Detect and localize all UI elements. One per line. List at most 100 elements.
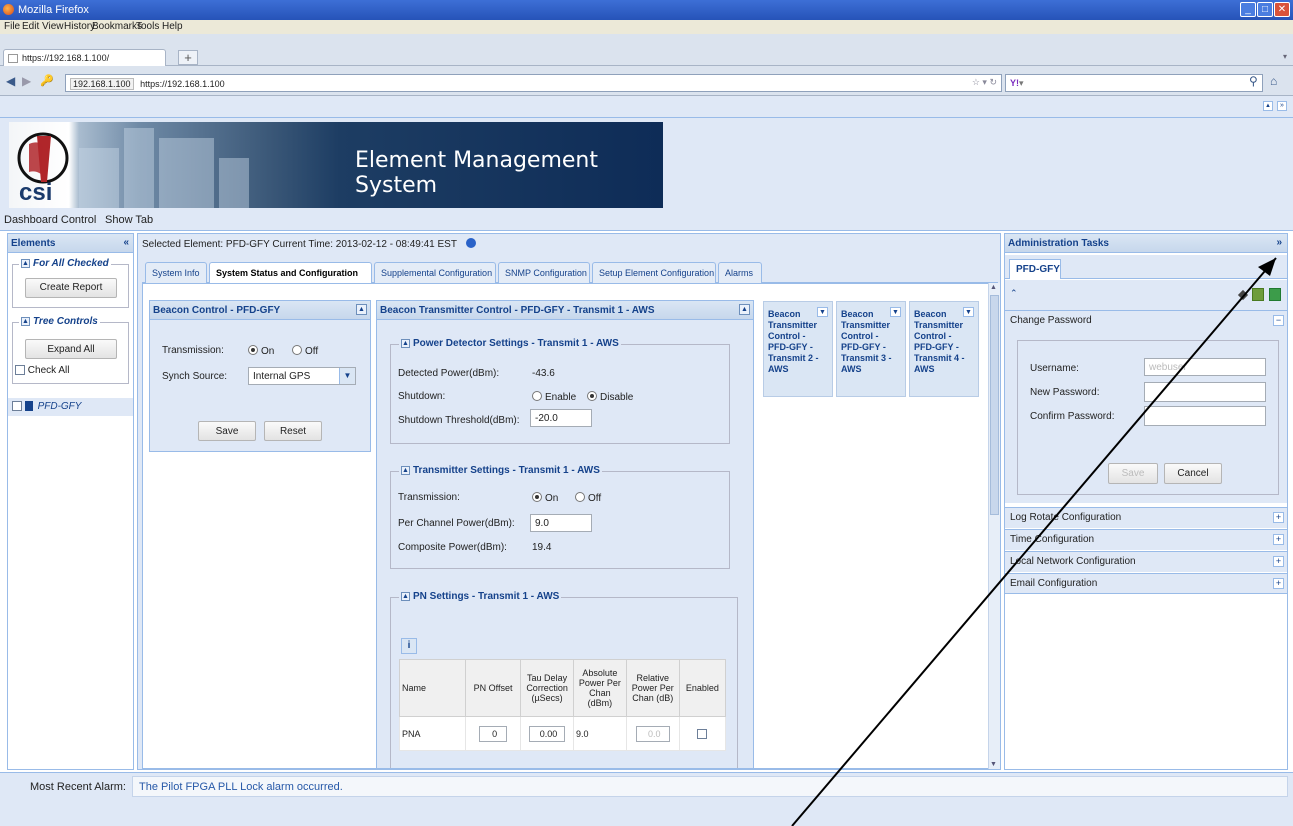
vertical-scrollbar[interactable]: ▲ ▼ — [988, 283, 1000, 769]
shutdown-disable-radio[interactable]: Disable — [587, 391, 633, 403]
most-recent-alarm-label: Most Recent Alarm: — [30, 781, 126, 793]
toggle-icon[interactable]: ▲ — [401, 591, 410, 601]
confirm-password-input[interactable] — [1144, 406, 1266, 426]
collapse-up-icon[interactable]: ▲ — [1263, 101, 1273, 111]
tau-input[interactable]: 0.00 — [529, 725, 566, 742]
tab-system-info[interactable]: System Info — [145, 262, 207, 283]
transmit-3-card[interactable]: ▼ Beacon Transmitter Control - PFD-GFY - Tra… — [836, 301, 906, 397]
minus-icon[interactable]: − — [1273, 315, 1284, 326]
expand-right-icon[interactable]: » — [1276, 237, 1282, 248]
firefox-icon — [3, 4, 14, 15]
synch-source-select[interactable]: Internal GPS ▼ — [248, 367, 356, 385]
relative-power-input[interactable]: 0.0 — [635, 725, 670, 742]
per-channel-power-input[interactable]: 9.0 — [530, 514, 592, 532]
maximize-icon[interactable]: □ — [1257, 2, 1273, 17]
back-icon[interactable]: ◀ — [6, 74, 15, 88]
tab-setup-element[interactable]: Setup Element Configuration — [592, 262, 716, 283]
menu-tools[interactable]: Tools — [136, 21, 159, 32]
ts-on-radio[interactable]: On — [532, 492, 558, 504]
collapse-all-icon[interactable]: » — [1277, 101, 1287, 111]
beacon-reset-button[interactable]: Reset — [264, 421, 322, 441]
browser-tab[interactable]: https://192.168.1.100/ — [3, 49, 166, 66]
local-network-header[interactable]: Local Network Configuration + — [1005, 551, 1287, 572]
tab-system-status[interactable]: System Status and Configuration — [209, 262, 372, 284]
minimize-icon[interactable]: _ — [1240, 2, 1256, 17]
search-engine-icon[interactable]: Y! — [1010, 78, 1019, 88]
plus-icon[interactable]: + — [1273, 534, 1284, 545]
site-identity[interactable]: 192.168.1.100 — [70, 78, 134, 90]
refresh-icon[interactable] — [1269, 288, 1281, 301]
plus-icon[interactable]: + — [1273, 578, 1284, 589]
chevron-down-icon[interactable]: ▼ — [963, 307, 974, 317]
chevron-down-icon[interactable]: ▼ — [890, 307, 901, 317]
email-config-header[interactable]: Email Configuration + — [1005, 573, 1287, 594]
collapse-icon[interactable]: ▲ — [356, 304, 367, 315]
search-box[interactable]: Y!▾ — [1005, 74, 1263, 92]
address-bar[interactable]: 192.168.1.100 https://192.168.1.100 ☆ ▾ … — [65, 74, 1002, 92]
tree-item[interactable]: PFD-GFY — [8, 398, 133, 416]
transmit-2-card[interactable]: ▼ Beacon Transmitter Control - PFD-GFY - Tra… — [763, 301, 833, 397]
url-text: https://192.168.1.100 — [140, 79, 225, 89]
time-config-header[interactable]: Time Configuration + — [1005, 529, 1287, 550]
chevron-down-icon[interactable]: ▼ — [817, 307, 828, 317]
menu-edit[interactable]: Edit — [22, 21, 39, 32]
menu-view[interactable]: View — [42, 21, 64, 32]
transmission-on-radio[interactable]: On — [248, 345, 274, 357]
tab-strip: System Info System Status and Configurat… — [142, 262, 998, 284]
tab-pfd-gfy[interactable]: PFD-GFY — [1009, 259, 1061, 279]
info-icon[interactable]: i — [401, 638, 417, 654]
expand-all-button[interactable]: Expand All — [25, 339, 117, 359]
tree-item-checkbox[interactable] — [12, 401, 22, 412]
window-titlebar: Mozilla Firefox _ □ ✕ — [0, 0, 1293, 20]
close-icon[interactable]: ✕ — [1274, 2, 1290, 17]
search-go-icon[interactable]: ⚲ — [1249, 74, 1258, 88]
toggle-icon[interactable]: ▲ — [401, 465, 410, 475]
home-icon[interactable]: ⌂ — [1270, 74, 1277, 88]
collapse-left-icon[interactable]: « — [123, 237, 129, 248]
collapse-icon[interactable]: ▲ — [739, 304, 750, 315]
export-icon[interactable] — [1252, 288, 1264, 301]
toggle-icon[interactable]: ▲ — [21, 258, 30, 268]
check-all-checkbox[interactable] — [15, 365, 25, 376]
menu-history[interactable]: History — [64, 21, 95, 32]
password-save-button[interactable]: Save — [1108, 463, 1158, 484]
chevron-down-icon[interactable]: ▼ — [339, 368, 355, 384]
tab-alarms[interactable]: Alarms — [718, 262, 762, 283]
menu-bookmarks[interactable]: Bookmarks — [92, 21, 142, 32]
scroll-up-icon[interactable]: ▲ — [990, 284, 997, 291]
shutdown-threshold-input[interactable]: -20.0 — [530, 409, 592, 427]
show-tab-menu[interactable]: Show Tab — [105, 214, 153, 226]
tab-snmp[interactable]: SNMP Configuration — [498, 262, 590, 283]
transmit-4-card[interactable]: ▼ Beacon Transmitter Control - PFD-GFY - Tra… — [909, 301, 979, 397]
dashboard-control-menu[interactable]: Dashboard Control — [4, 214, 96, 226]
ts-off-radio[interactable]: Off — [575, 492, 601, 504]
plus-icon[interactable]: + — [1273, 512, 1284, 523]
new-password-input[interactable] — [1144, 382, 1266, 402]
bookmark-star-icon[interactable]: ☆ ▾ ↻ — [972, 77, 997, 88]
plus-icon[interactable]: + — [1273, 556, 1284, 567]
enabled-checkbox[interactable] — [697, 728, 708, 739]
list-tabs-icon[interactable]: ▾ — [1283, 52, 1287, 61]
csi-logo: csi — [17, 132, 69, 202]
scrollbar-thumb[interactable] — [990, 295, 999, 515]
password-cancel-button[interactable]: Cancel — [1164, 463, 1222, 484]
new-tab-button[interactable]: + — [178, 50, 198, 65]
toggle-icon[interactable]: ▲ — [21, 316, 30, 326]
create-report-button[interactable]: Create Report — [25, 278, 117, 298]
username-input[interactable]: webuser — [1144, 358, 1266, 376]
tab-supplemental[interactable]: Supplemental Configuration — [374, 262, 496, 283]
shutdown-enable-radio[interactable]: Enable — [532, 391, 576, 403]
scroll-down-icon[interactable]: ▼ — [990, 761, 997, 768]
transmission-off-radio[interactable]: Off — [292, 345, 318, 357]
pn-offset-input[interactable]: 0 — [479, 725, 508, 742]
collapse-up-icon[interactable]: ⌃ — [1010, 288, 1018, 299]
toggle-icon[interactable]: ▲ — [401, 338, 410, 348]
change-password-header[interactable]: Change Password − — [1005, 310, 1287, 331]
beacon-save-button[interactable]: Save — [198, 421, 256, 441]
tool-icon[interactable] — [1237, 289, 1249, 301]
menu-file[interactable]: File — [4, 21, 20, 32]
alarm-message-box[interactable]: The Pilot FPGA PLL Lock alarm occurred. — [132, 776, 1288, 797]
menu-help[interactable]: Help — [162, 21, 183, 32]
forward-icon[interactable]: ▶ — [22, 74, 31, 88]
log-rotate-header[interactable]: Log Rotate Configuration + — [1005, 507, 1287, 528]
